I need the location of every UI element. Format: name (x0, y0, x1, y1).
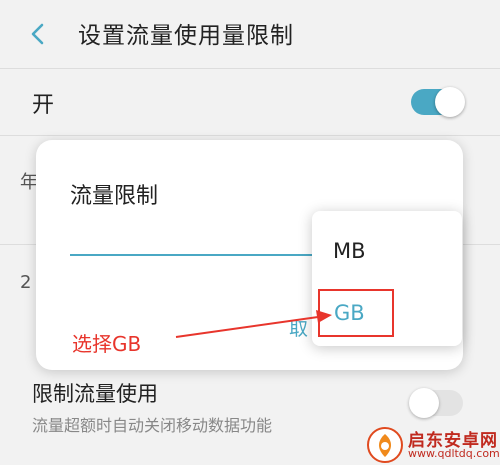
page-title: 设置流量使用量限制 (78, 23, 294, 49)
limit-usage-title: 限制流量使用 (32, 382, 158, 406)
limit-usage-subtitle: 流量超额时自动关闭移动数据功能 (32, 416, 273, 435)
back-arrow-icon[interactable] (24, 18, 52, 50)
watermark: 启东安卓网 www.qdltdq.com (366, 424, 500, 465)
watermark-url: www.qdltdq.com (408, 447, 500, 460)
toggle-knob (409, 388, 439, 418)
annotation-label: 选择GB (72, 332, 142, 356)
on-toggle-switch[interactable] (411, 87, 465, 117)
header: 设置流量使用量限制 (0, 0, 500, 68)
divider (0, 135, 500, 136)
dialog-title: 流量限制 (70, 184, 159, 209)
toggle-knob (435, 87, 465, 117)
watermark-logo-icon (367, 427, 403, 463)
background-row-fragment: 2 (20, 272, 32, 293)
unit-option-label: MB (333, 239, 366, 263)
unit-option-mb[interactable]: MB (312, 219, 462, 279)
annotation-highlight-box (318, 289, 394, 337)
limit-usage-toggle-switch[interactable] (409, 388, 463, 418)
cancel-button[interactable]: 取 (289, 314, 308, 341)
on-label: 开 (32, 93, 55, 118)
on-setting-row[interactable]: 开 (0, 69, 500, 135)
screen: 设置流量使用量限制 开 年 2 限制流量使用 流量超额时自动关闭移动数据功能 流… (0, 0, 500, 465)
